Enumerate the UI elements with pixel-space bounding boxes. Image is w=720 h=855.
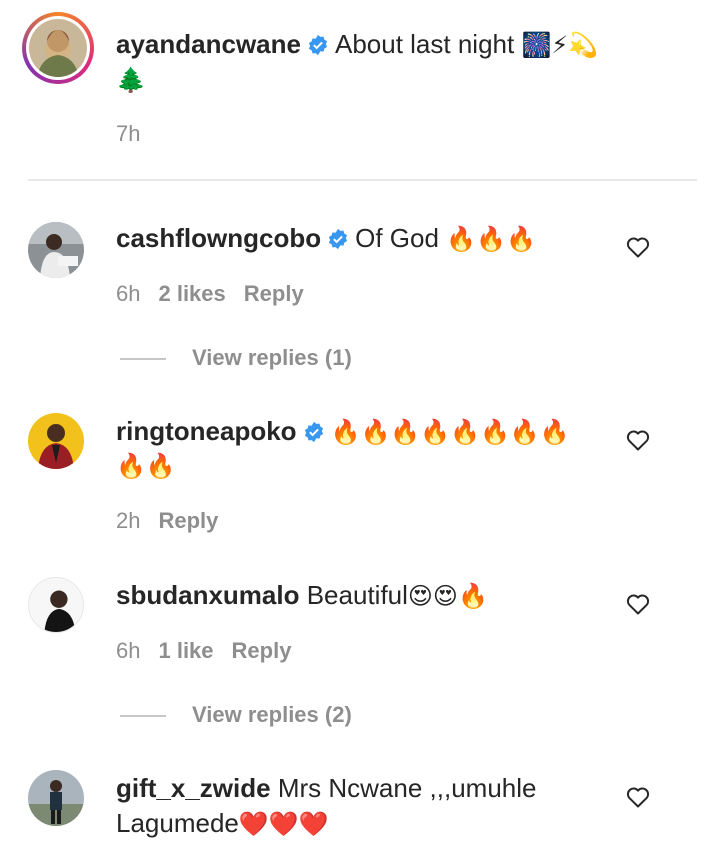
comment-body: gift_x_zwide Mrs Ncwane ,,,umuhle	[116, 771, 536, 805]
comment-emojis: 😍😍🔥	[407, 582, 488, 610]
comment-emojis: 🔥🔥🔥🔥🔥🔥🔥🔥	[330, 418, 570, 446]
post-author-avatar[interactable]	[22, 12, 94, 84]
reply-button[interactable]: Reply	[232, 638, 292, 663]
replies-line	[120, 715, 166, 718]
avatar-image	[28, 770, 84, 826]
comment-body: sbudanxumalo Beautiful😍😍🔥	[116, 578, 488, 613]
reply-button[interactable]: Reply	[244, 281, 304, 306]
comment-body: cashflowngcobo Of God 🔥🔥🔥	[116, 221, 536, 256]
like-heart-icon[interactable]	[626, 236, 650, 258]
avatar-image	[29, 19, 87, 77]
view-replies-label: View replies (2)	[192, 702, 352, 727]
post-author-username[interactable]: ayandancwane	[116, 29, 301, 59]
comment-body-line-2: Lagumede❤️❤️❤️	[116, 806, 329, 841]
avatar-image	[28, 413, 84, 469]
post-meta: 7h	[116, 121, 158, 147]
comment-username[interactable]: ringtoneapoko	[116, 416, 297, 446]
view-replies-button[interactable]: View replies (1)	[120, 345, 352, 371]
caption-text: About last night	[334, 29, 515, 59]
verified-badge-icon	[304, 421, 323, 443]
verified-badge-icon	[329, 228, 348, 250]
comment-text: Of God	[355, 223, 439, 253]
post-caption: ayandancwane About last night 🎆⚡💫 🌲 7h	[0, 0, 720, 180]
comment-username[interactable]: gift_x_zwide	[116, 773, 271, 803]
comment-username[interactable]: cashflowngcobo	[116, 223, 321, 253]
comment-emojis-line-2: 🔥🔥	[116, 452, 176, 480]
view-replies-button[interactable]: View replies (2)	[120, 702, 352, 728]
comment-likes-count[interactable]: 1 like	[158, 638, 213, 663]
comment-emojis: 🔥🔥🔥	[446, 225, 536, 253]
view-replies-label: View replies (1)	[192, 345, 352, 370]
comment-meta: 6h 2 likes Reply	[116, 281, 322, 307]
comment-avatar[interactable]	[28, 577, 84, 633]
like-heart-icon[interactable]	[626, 786, 650, 808]
caption-emojis: 🎆⚡💫	[521, 31, 599, 59]
comment-emojis-line-2: ❤️❤️❤️	[238, 810, 329, 838]
comment-avatar[interactable]	[28, 413, 84, 469]
comment-text-line-2: Lagumede	[116, 808, 239, 838]
comment-text: Beautiful	[306, 580, 408, 610]
comment-avatar[interactable]	[28, 770, 84, 826]
avatar-image	[29, 578, 83, 632]
comment-username[interactable]: sbudanxumalo	[116, 580, 299, 610]
reply-button[interactable]: Reply	[158, 508, 218, 533]
comment-body: ringtoneapoko 🔥🔥🔥🔥🔥🔥🔥🔥	[116, 414, 570, 449]
caption-emoji-tree: 🌲	[116, 66, 146, 94]
comment-body-line-2: 🔥🔥	[116, 448, 176, 483]
comment-meta: 6h 1 like Reply	[116, 638, 309, 664]
comment-timestamp: 6h	[116, 638, 141, 663]
like-heart-icon[interactable]	[626, 593, 650, 615]
avatar-image	[28, 222, 84, 278]
verified-badge-icon	[308, 34, 328, 56]
comment-text: Mrs Ncwane ,,,umuhle	[277, 773, 537, 803]
caption-divider	[28, 179, 697, 181]
comment-likes-count[interactable]: 2 likes	[158, 281, 225, 306]
post-timestamp: 7h	[116, 121, 141, 146]
comment-timestamp: 6h	[116, 281, 141, 306]
like-heart-icon[interactable]	[626, 429, 650, 451]
comment-avatar[interactable]	[28, 222, 84, 278]
comment-timestamp: 2h	[116, 508, 141, 533]
replies-line	[120, 358, 166, 361]
caption-line-2: 🌲	[116, 62, 146, 97]
comment-meta: 2h Reply	[116, 508, 236, 534]
caption-line-1: ayandancwane About last night 🎆⚡💫	[116, 27, 598, 62]
